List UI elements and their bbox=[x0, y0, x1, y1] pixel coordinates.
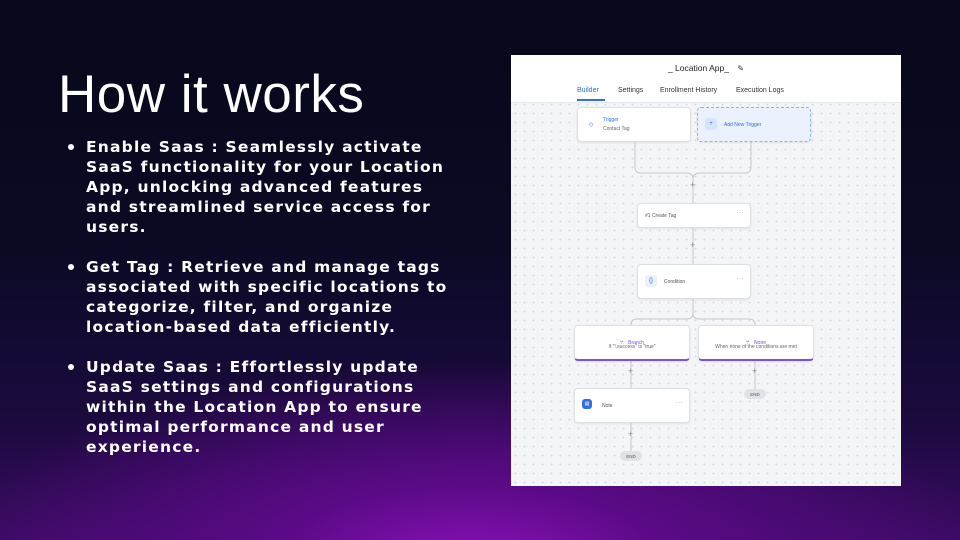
note-node[interactable]: ▤ Note ··· bbox=[574, 388, 690, 423]
condition-label: Condition bbox=[664, 279, 686, 285]
condition-node[interactable]: {} Condition ··· bbox=[637, 264, 751, 299]
bullet-dot-icon bbox=[68, 364, 74, 370]
trigger-title: Trigger bbox=[603, 117, 619, 123]
bullet-dot-icon bbox=[68, 144, 74, 150]
bullet-update-saas: Update Saas : Effortlessly update SaaS s… bbox=[66, 357, 456, 457]
bullet-text: Get Tag : Retrieve and manage tags assoc… bbox=[86, 258, 448, 336]
braces-icon: {} bbox=[645, 275, 657, 287]
bullet-enable-saas: Enable Saas : Seamlessly activate SaaS f… bbox=[66, 137, 456, 237]
tag-icon: ◇ bbox=[588, 121, 594, 128]
bullet-get-tag: Get Tag : Retrieve and manage tags assoc… bbox=[66, 257, 456, 337]
none-subtitle: When none of the conditions are met bbox=[715, 344, 797, 350]
menu-dots-icon[interactable]: ··· bbox=[737, 276, 745, 282]
workflow-builder-screenshot: _ Location App_ ✎ Builder Settings Enrol… bbox=[511, 55, 901, 486]
add-step-plus-icon[interactable]: + bbox=[628, 366, 633, 376]
add-new-trigger-button[interactable]: + Add New Trigger bbox=[697, 107, 811, 142]
add-step-plus-icon[interactable]: + bbox=[752, 366, 757, 376]
branch-node[interactable]: ⑂ Branch If "!.success" is "true" bbox=[574, 325, 690, 361]
create-tag-label: #1 Create Tag bbox=[645, 213, 677, 219]
add-trigger-label: Add New Trigger bbox=[724, 122, 762, 128]
end-badge: END bbox=[620, 451, 642, 461]
note-label: Note bbox=[602, 403, 613, 409]
menu-dots-icon[interactable]: ··· bbox=[737, 210, 745, 216]
add-step-plus-icon[interactable]: + bbox=[628, 429, 633, 439]
bullet-dot-icon bbox=[68, 264, 74, 270]
trigger-node[interactable]: ◇ Trigger Contact Tag bbox=[577, 107, 691, 142]
add-step-plus-icon[interactable]: + bbox=[690, 180, 695, 190]
plus-icon: + bbox=[705, 118, 717, 130]
create-tag-node[interactable]: #1 Create Tag ··· bbox=[637, 203, 751, 228]
trigger-subtitle: Contact Tag bbox=[603, 126, 630, 132]
end-badge: END bbox=[744, 389, 766, 399]
none-branch-node[interactable]: ⑂ None When none of the conditions are m… bbox=[698, 325, 814, 361]
slide-title: How it works bbox=[58, 65, 365, 124]
note-icon: ▤ bbox=[582, 399, 592, 409]
add-step-plus-icon[interactable]: + bbox=[690, 240, 695, 250]
feature-list: Enable Saas : Seamlessly activate SaaS f… bbox=[66, 137, 456, 477]
bullet-text: Update Saas : Effortlessly update SaaS s… bbox=[86, 358, 423, 456]
branch-subtitle: If "!.success" is "true" bbox=[608, 344, 656, 350]
bullet-text: Enable Saas : Seamlessly activate SaaS f… bbox=[86, 138, 445, 236]
menu-dots-icon[interactable]: ··· bbox=[676, 400, 684, 406]
